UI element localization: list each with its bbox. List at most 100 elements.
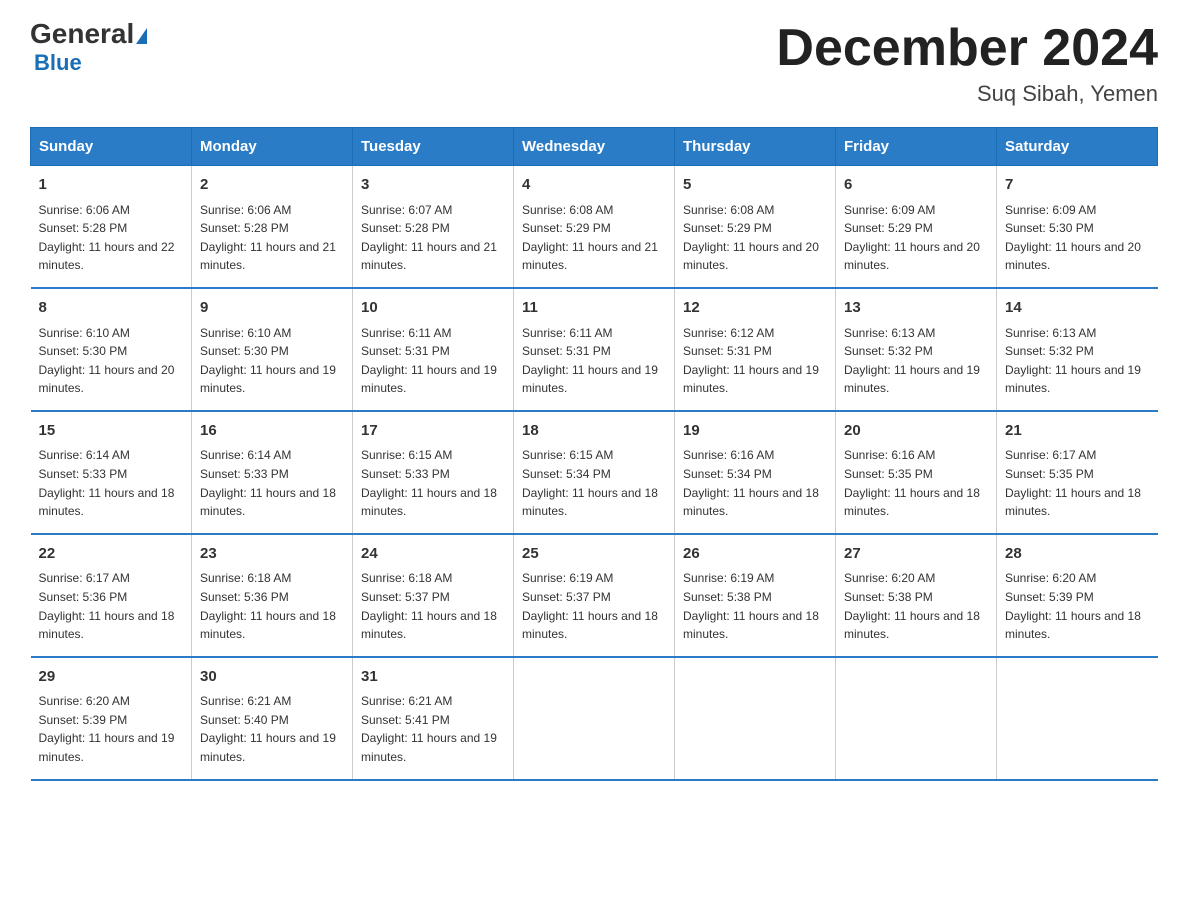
day-number: 26 [683,543,827,566]
calendar-header: SundayMondayTuesdayWednesdayThursdayFrid… [31,128,1158,166]
day-info: Sunrise: 6:09 AM Sunset: 5:29 PM Dayligh… [844,201,988,275]
week-row-5: 29 Sunrise: 6:20 AM Sunset: 5:39 PM Dayl… [31,657,1158,780]
calendar-cell: 30 Sunrise: 6:21 AM Sunset: 5:40 PM Dayl… [192,657,353,780]
calendar-cell: 4 Sunrise: 6:08 AM Sunset: 5:29 PM Dayli… [514,166,675,288]
day-info: Sunrise: 6:11 AM Sunset: 5:31 PM Dayligh… [361,324,505,398]
day-info: Sunrise: 6:20 AM Sunset: 5:39 PM Dayligh… [39,692,184,766]
calendar-cell: 10 Sunrise: 6:11 AM Sunset: 5:31 PM Dayl… [353,288,514,411]
calendar-cell: 12 Sunrise: 6:12 AM Sunset: 5:31 PM Dayl… [675,288,836,411]
day-info: Sunrise: 6:07 AM Sunset: 5:28 PM Dayligh… [361,201,505,275]
day-info: Sunrise: 6:21 AM Sunset: 5:41 PM Dayligh… [361,692,505,766]
day-info: Sunrise: 6:12 AM Sunset: 5:31 PM Dayligh… [683,324,827,398]
calendar-cell: 15 Sunrise: 6:14 AM Sunset: 5:33 PM Dayl… [31,411,192,534]
calendar-cell: 26 Sunrise: 6:19 AM Sunset: 5:38 PM Dayl… [675,534,836,657]
calendar-cell: 31 Sunrise: 6:21 AM Sunset: 5:41 PM Dayl… [353,657,514,780]
day-number: 18 [522,420,666,443]
day-info: Sunrise: 6:14 AM Sunset: 5:33 PM Dayligh… [39,446,184,520]
header-day-thursday: Thursday [675,128,836,166]
day-info: Sunrise: 6:10 AM Sunset: 5:30 PM Dayligh… [39,324,184,398]
calendar-cell: 29 Sunrise: 6:20 AM Sunset: 5:39 PM Dayl… [31,657,192,780]
calendar-cell: 2 Sunrise: 6:06 AM Sunset: 5:28 PM Dayli… [192,166,353,288]
day-number: 29 [39,666,184,689]
day-number: 3 [361,174,505,197]
day-number: 2 [200,174,344,197]
calendar-cell: 8 Sunrise: 6:10 AM Sunset: 5:30 PM Dayli… [31,288,192,411]
day-number: 20 [844,420,988,443]
day-info: Sunrise: 6:13 AM Sunset: 5:32 PM Dayligh… [1005,324,1150,398]
header-day-sunday: Sunday [31,128,192,166]
day-info: Sunrise: 6:20 AM Sunset: 5:39 PM Dayligh… [1005,569,1150,643]
logo-sub-text: Blue [34,50,82,76]
header-day-monday: Monday [192,128,353,166]
day-number: 19 [683,420,827,443]
day-info: Sunrise: 6:19 AM Sunset: 5:37 PM Dayligh… [522,569,666,643]
day-info: Sunrise: 6:13 AM Sunset: 5:32 PM Dayligh… [844,324,988,398]
day-info: Sunrise: 6:15 AM Sunset: 5:33 PM Dayligh… [361,446,505,520]
calendar-table: SundayMondayTuesdayWednesdayThursdayFrid… [30,127,1158,780]
day-number: 21 [1005,420,1150,443]
day-number: 22 [39,543,184,566]
day-info: Sunrise: 6:17 AM Sunset: 5:35 PM Dayligh… [1005,446,1150,520]
calendar-cell: 23 Sunrise: 6:18 AM Sunset: 5:36 PM Dayl… [192,534,353,657]
header-row: SundayMondayTuesdayWednesdayThursdayFrid… [31,128,1158,166]
calendar-cell: 19 Sunrise: 6:16 AM Sunset: 5:34 PM Dayl… [675,411,836,534]
day-number: 13 [844,297,988,320]
day-info: Sunrise: 6:16 AM Sunset: 5:34 PM Dayligh… [683,446,827,520]
day-info: Sunrise: 6:18 AM Sunset: 5:36 PM Dayligh… [200,569,344,643]
title-section: December 2024 Suq Sibah, Yemen [776,20,1158,107]
header-day-saturday: Saturday [997,128,1158,166]
day-number: 15 [39,420,184,443]
calendar-cell: 27 Sunrise: 6:20 AM Sunset: 5:38 PM Dayl… [836,534,997,657]
month-title: December 2024 [776,20,1158,77]
day-info: Sunrise: 6:10 AM Sunset: 5:30 PM Dayligh… [200,324,344,398]
calendar-cell [997,657,1158,780]
calendar-cell: 18 Sunrise: 6:15 AM Sunset: 5:34 PM Dayl… [514,411,675,534]
day-info: Sunrise: 6:20 AM Sunset: 5:38 PM Dayligh… [844,569,988,643]
calendar-cell: 11 Sunrise: 6:11 AM Sunset: 5:31 PM Dayl… [514,288,675,411]
day-number: 23 [200,543,344,566]
day-info: Sunrise: 6:09 AM Sunset: 5:30 PM Dayligh… [1005,201,1150,275]
calendar-cell: 24 Sunrise: 6:18 AM Sunset: 5:37 PM Dayl… [353,534,514,657]
day-number: 7 [1005,174,1150,197]
calendar-cell: 20 Sunrise: 6:16 AM Sunset: 5:35 PM Dayl… [836,411,997,534]
day-number: 6 [844,174,988,197]
day-info: Sunrise: 6:18 AM Sunset: 5:37 PM Dayligh… [361,569,505,643]
calendar-cell: 13 Sunrise: 6:13 AM Sunset: 5:32 PM Dayl… [836,288,997,411]
calendar-cell: 25 Sunrise: 6:19 AM Sunset: 5:37 PM Dayl… [514,534,675,657]
day-number: 16 [200,420,344,443]
week-row-1: 1 Sunrise: 6:06 AM Sunset: 5:28 PM Dayli… [31,166,1158,288]
calendar-cell [836,657,997,780]
logo-main-text: General [30,20,147,48]
day-info: Sunrise: 6:17 AM Sunset: 5:36 PM Dayligh… [39,569,184,643]
calendar-cell [675,657,836,780]
day-number: 14 [1005,297,1150,320]
day-number: 10 [361,297,505,320]
day-number: 17 [361,420,505,443]
day-number: 1 [39,174,184,197]
day-number: 30 [200,666,344,689]
day-number: 11 [522,297,666,320]
location-subtitle: Suq Sibah, Yemen [776,81,1158,107]
day-number: 25 [522,543,666,566]
calendar-cell: 16 Sunrise: 6:14 AM Sunset: 5:33 PM Dayl… [192,411,353,534]
week-row-2: 8 Sunrise: 6:10 AM Sunset: 5:30 PM Dayli… [31,288,1158,411]
day-info: Sunrise: 6:15 AM Sunset: 5:34 PM Dayligh… [522,446,666,520]
calendar-cell: 14 Sunrise: 6:13 AM Sunset: 5:32 PM Dayl… [997,288,1158,411]
calendar-cell: 17 Sunrise: 6:15 AM Sunset: 5:33 PM Dayl… [353,411,514,534]
day-info: Sunrise: 6:06 AM Sunset: 5:28 PM Dayligh… [200,201,344,275]
week-row-3: 15 Sunrise: 6:14 AM Sunset: 5:33 PM Dayl… [31,411,1158,534]
day-info: Sunrise: 6:19 AM Sunset: 5:38 PM Dayligh… [683,569,827,643]
day-number: 5 [683,174,827,197]
day-info: Sunrise: 6:08 AM Sunset: 5:29 PM Dayligh… [683,201,827,275]
day-number: 27 [844,543,988,566]
calendar-cell: 6 Sunrise: 6:09 AM Sunset: 5:29 PM Dayli… [836,166,997,288]
calendar-cell: 28 Sunrise: 6:20 AM Sunset: 5:39 PM Dayl… [997,534,1158,657]
day-info: Sunrise: 6:06 AM Sunset: 5:28 PM Dayligh… [39,201,184,275]
header-day-friday: Friday [836,128,997,166]
day-number: 12 [683,297,827,320]
day-number: 8 [39,297,184,320]
calendar-cell: 9 Sunrise: 6:10 AM Sunset: 5:30 PM Dayli… [192,288,353,411]
day-number: 31 [361,666,505,689]
calendar-cell: 7 Sunrise: 6:09 AM Sunset: 5:30 PM Dayli… [997,166,1158,288]
day-info: Sunrise: 6:11 AM Sunset: 5:31 PM Dayligh… [522,324,666,398]
